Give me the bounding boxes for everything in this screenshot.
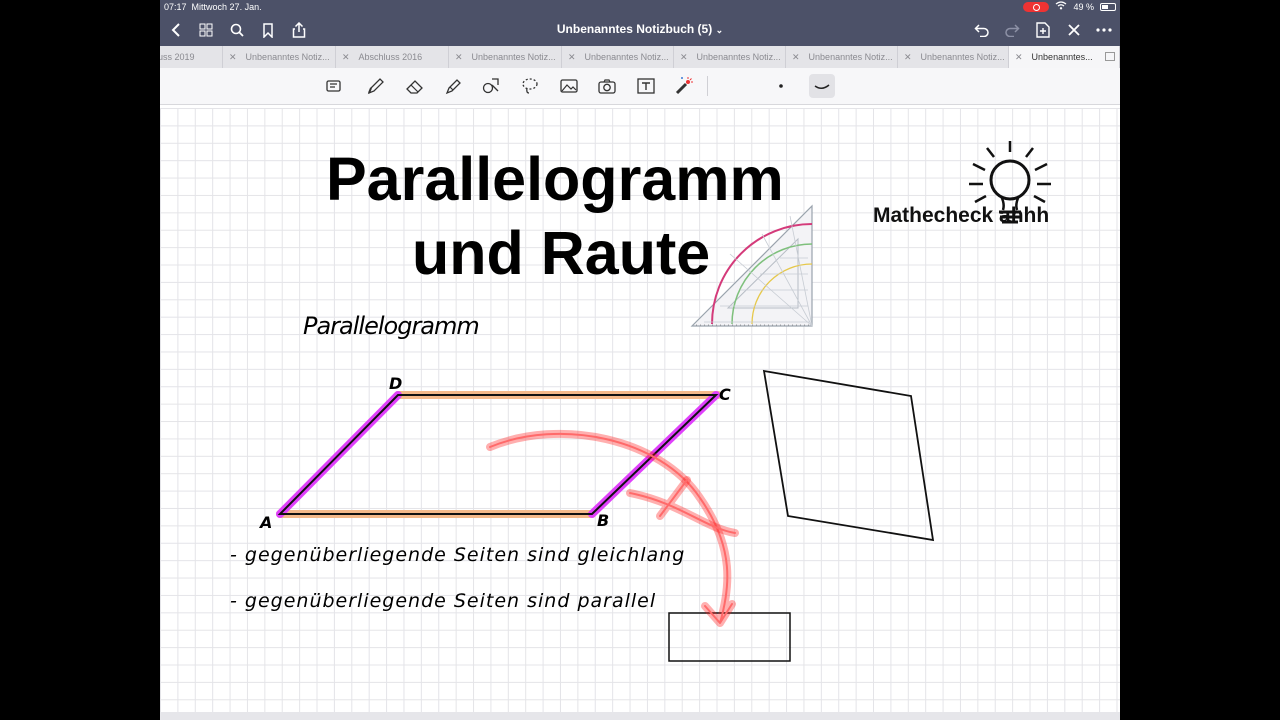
pen-icon[interactable] [365,75,387,97]
tab-label: Unbenanntes... [1031,52,1093,62]
page-footer-strip [160,712,1120,720]
vertex-label-b: B [597,511,610,530]
vertex-label-d: D [389,374,403,393]
more-icon[interactable] [1094,20,1114,40]
tab-notebook-6[interactable]: ✕ Unbenanntes Notiz... [674,46,786,68]
wifi-icon [1055,0,1067,14]
tab-notebook-3[interactable]: ✕ Abschluss 2016 [336,46,449,68]
tab-notebook-active[interactable]: ✕ Unbenanntes... [1009,46,1120,68]
close-tab-icon[interactable]: ✕ [342,52,350,62]
tab-notebook-2[interactable]: ✕ Unbenanntes Notiz... [223,46,336,68]
close-tab-icon[interactable]: ✕ [904,52,912,62]
ipad-screen: 07:17 Mittwoch 27. Jan. 49 % Unbenanntes… [160,0,1120,720]
note-bullet-2: - gegenüberliegende Seiten sind parallel [230,590,657,612]
tab-notebook-4[interactable]: ✕ Unbenanntes Notiz... [449,46,562,68]
close-tab-icon[interactable]: ✕ [455,52,463,62]
redo-icon[interactable] [1002,20,1022,40]
screen-recording-icon [1023,2,1050,12]
shapes-icon[interactable] [480,75,502,97]
tab-notebook-1[interactable]: uss 2019 [160,46,223,68]
notebook-title-text[interactable]: Unbenanntes Notizbuch (5) [557,22,712,36]
tab-label: uss 2019 [160,52,195,62]
eraser-icon[interactable] [404,75,426,97]
tab-label: Unbenanntes Notiz... [920,52,1005,62]
tab-notebook-7[interactable]: ✕ Unbenanntes Notiz... [786,46,898,68]
tab-label: Unbenanntes Notiz... [245,52,330,62]
split-view-icon[interactable] [1105,52,1115,61]
tab-label: Unbenanntes Notiz... [471,52,556,62]
undo-icon[interactable] [972,20,992,40]
tab-label: Unbenanntes Notiz... [696,52,781,62]
status-time: 07:17 [164,2,187,12]
highlighter-icon[interactable] [442,75,464,97]
note-page[interactable]: Parallelogramm und Raute Mathecheck ahhh… [160,108,1120,712]
close-tab-icon[interactable]: ✕ [229,52,237,62]
nav-bar: Unbenanntes Notizbuch (5) ⌄ [160,14,1120,46]
lasso-icon[interactable] [519,75,541,97]
close-tab-icon[interactable]: ✕ [792,52,800,62]
laser-pointer-icon[interactable] [673,75,695,97]
battery-percent: 49 % [1073,2,1094,12]
tool-bar [160,68,1120,105]
battery-icon [1100,3,1116,11]
tab-label: Unbenanntes Notiz... [584,52,669,62]
text-tool-icon[interactable] [635,75,657,97]
target-rectangle [668,612,791,662]
quadrilateral-shape [762,369,935,542]
drawing-canvas[interactable] [160,108,1120,712]
vertex-label-c: C [719,385,731,404]
tab-notebook-5[interactable]: ✕ Unbenanntes Notiz... [562,46,674,68]
status-bar: 07:17 Mittwoch 27. Jan. 49 % [160,0,1120,14]
close-tab-icon[interactable]: ✕ [680,52,688,62]
image-icon[interactable] [558,75,580,97]
camera-icon[interactable] [596,75,618,97]
close-tab-icon[interactable]: ✕ [1015,52,1023,62]
note-bullet-1: - gegenüberliegende Seiten sind gleichla… [230,544,686,566]
stroke-dot-icon[interactable] [770,75,792,97]
status-date: Mittwoch 27. Jan. [191,2,262,12]
tab-label: Abschluss 2016 [358,52,423,62]
keyboard-mode-icon[interactable] [323,75,345,97]
close-tab-icon[interactable]: ✕ [568,52,576,62]
add-page-icon[interactable] [1033,20,1053,40]
close-icon[interactable] [1064,20,1084,40]
tab-bar: uss 2019 ✕ Unbenanntes Notiz... ✕ Abschlus… [160,46,1120,68]
vertex-label-a: A [260,513,273,532]
stroke-curve-icon[interactable] [809,74,835,98]
tab-label: Unbenanntes Notiz... [808,52,893,62]
chevron-down-icon[interactable]: ⌄ [716,25,724,35]
tab-notebook-8[interactable]: ✕ Unbenanntes Notiz... [898,46,1009,68]
